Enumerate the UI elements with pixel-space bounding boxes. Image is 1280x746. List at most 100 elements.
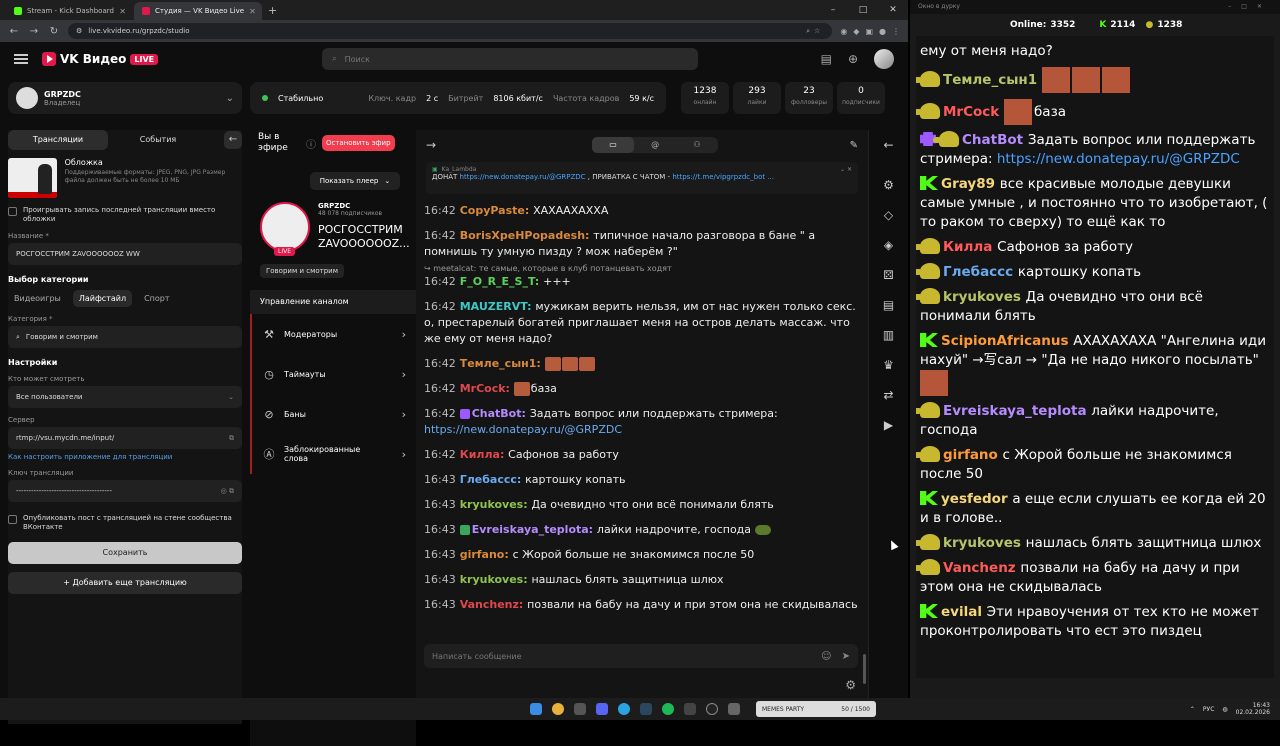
send-icon[interactable]: ➤ (842, 651, 850, 662)
message-link[interactable]: https://new.donatepay.ru/@GRPZDC (424, 423, 622, 436)
stream-key-field[interactable]: -------------------------------------- ◎ … (8, 480, 242, 502)
copy-icon[interactable]: ⧉ (229, 434, 234, 443)
trophy-icon[interactable]: ♛ (869, 350, 908, 380)
close-tab-icon[interactable]: ✕ (119, 7, 126, 16)
studio-icon[interactable]: ▤ (821, 52, 832, 66)
save-button[interactable]: Сохранить (8, 542, 242, 564)
chrome-icon[interactable] (552, 703, 564, 715)
profile-icon[interactable]: ● (879, 27, 886, 36)
tab-lifestyle[interactable]: Лайфстайл (72, 290, 133, 307)
menu-icon[interactable] (14, 54, 28, 64)
site-info-icon[interactable]: ⚙ (76, 27, 82, 35)
username[interactable]: BorisXpeHPopadesh: (460, 229, 594, 242)
username[interactable]: kryukoves: (460, 498, 532, 511)
collapse-icon[interactable]: ← (869, 130, 908, 160)
moderators-item[interactable]: ⚒ Модераторы › (250, 314, 416, 354)
add-icon[interactable]: ⊕ (848, 52, 858, 66)
chevron-down-icon[interactable]: ⌄ ✕ (840, 166, 852, 173)
username[interactable]: kryukoves: (460, 573, 532, 586)
menu-icon[interactable]: ⋮ (892, 27, 900, 36)
url-field[interactable]: ⚙ live.vkvideo.ru/grpzdc/studio ⌕☆ (68, 23, 833, 39)
server-field[interactable]: rtmp://vsu.mycdn.me/input/⧉ (8, 427, 242, 449)
vk-video-logo[interactable]: VK Видео LIVE (42, 52, 159, 66)
extension-icon[interactable]: ▣ (865, 27, 873, 36)
emoji-icon[interactable]: ☺ (821, 651, 831, 662)
add-broadcast-button[interactable]: + Добавить еще трансляцию (8, 572, 242, 594)
chart-icon[interactable]: ▥ (869, 320, 908, 350)
new-tab-button[interactable]: + (262, 2, 283, 20)
avatar[interactable] (874, 49, 894, 69)
forward-icon[interactable]: → (28, 26, 40, 37)
windows-start-icon[interactable] (530, 703, 542, 715)
spotify-icon[interactable] (662, 703, 674, 715)
username[interactable]: girfano: (460, 548, 513, 561)
diamond-icon[interactable]: ◇ (869, 200, 908, 230)
bans-item[interactable]: ⊘ Баны › (250, 394, 416, 434)
mentions-tab[interactable]: @ (634, 137, 676, 153)
app-icon[interactable] (728, 703, 740, 715)
tab-kick[interactable]: Stream - Kick Dashboard ✕ (6, 2, 134, 20)
blocked-words-item[interactable]: Ⓐ Заблокированные слова › (250, 434, 416, 474)
reload-icon[interactable]: ↻ (48, 26, 60, 37)
extension-icon[interactable]: ◉ (840, 27, 847, 36)
extension-icon[interactable]: ◆ (853, 27, 859, 36)
tab-games[interactable]: Видеоигры (8, 290, 67, 307)
tab-events[interactable]: События (108, 130, 208, 150)
settings-icon[interactable]: ⚙ (869, 170, 908, 200)
username[interactable]: ChatBot: (472, 407, 530, 420)
back-icon[interactable]: ← (8, 26, 20, 37)
timeouts-item[interactable]: ◷ Таймауты › (250, 354, 416, 394)
dice-icon[interactable]: ⚄ (869, 260, 908, 290)
clip-icon[interactable]: ▶ (869, 410, 908, 440)
pin-icon[interactable]: ✎ (850, 140, 858, 151)
username[interactable]: Глебасcс: (460, 473, 525, 486)
publish-checkbox[interactable]: Опубликовать пост с трансляцией на стене… (8, 514, 242, 532)
memes-party-widget[interactable]: MEMES PARTY 50 / 1500 (756, 701, 876, 717)
tab-sport[interactable]: Спорт (138, 290, 175, 307)
show-player-button[interactable]: Показать плеер ⌄ (310, 172, 400, 190)
tab-vk-studio[interactable]: Студия — VK Видео Live ✕ (134, 2, 262, 20)
expand-icon[interactable]: → (426, 138, 436, 152)
tg-link[interactable]: https://t.me/vipgrpzdc_bot ... (672, 173, 774, 181)
settings-gear-icon[interactable]: ⚙ (845, 678, 856, 692)
username[interactable]: CopyPaste: (460, 204, 533, 217)
setup-help-link[interactable]: Как настроить приложение для трансляции (8, 453, 242, 461)
chat-input[interactable]: Написать сообщение ☺ ➤ (424, 644, 858, 668)
telegram-icon[interactable] (618, 703, 630, 715)
title-input[interactable]: РОСГОССТРИМ ZAVOOOOOOZ WW (8, 243, 242, 265)
obs-icon[interactable] (706, 703, 718, 715)
users-tab[interactable]: ⚇ (676, 137, 718, 153)
maximize-icon[interactable]: □ (848, 0, 878, 20)
username[interactable]: MAUZERVT: (460, 300, 536, 313)
collapse-icon[interactable]: ← (224, 131, 242, 149)
username[interactable]: Килла: (460, 448, 508, 461)
list-icon[interactable]: ▤ (869, 290, 908, 320)
search-icon[interactable] (574, 703, 586, 715)
eye-icon[interactable]: ◎ ⧉ (221, 487, 234, 496)
username[interactable]: MrCock: (460, 382, 514, 395)
donate-link[interactable]: https://new.donatepay.ru/@GRPZDC (460, 173, 586, 181)
window-controls[interactable]: –□✕ (1228, 3, 1272, 11)
cover-image[interactable] (8, 158, 57, 198)
category-input[interactable]: ⌕ Говорим и смотрим (8, 326, 242, 348)
stop-stream-button[interactable]: Остановить эфир (322, 135, 395, 151)
steam-icon[interactable] (640, 703, 652, 715)
network-icon[interactable]: ◍ (1222, 706, 1227, 713)
channel-selector[interactable]: GRPZDC Владелец ⌄ (8, 82, 242, 114)
swap-icon[interactable]: ⇄ (869, 380, 908, 410)
username[interactable]: F_O_R_E_S_T: (460, 275, 543, 288)
language-indicator[interactable]: РУС (1203, 706, 1214, 713)
info-icon[interactable]: ⓘ (306, 136, 316, 151)
tab-broadcasts[interactable]: Трансляции (8, 130, 108, 150)
app-icon[interactable] (684, 703, 696, 715)
who-select[interactable]: Все пользователи ⌄ (8, 386, 242, 408)
clock[interactable]: 16:43 02.02.2026 (1236, 702, 1270, 716)
username[interactable]: Evreiskaya_teplota: (472, 523, 597, 536)
minimize-icon[interactable]: – (818, 0, 848, 20)
category-chip[interactable]: Говорим и смотрим (260, 264, 344, 278)
close-icon[interactable]: ✕ (878, 0, 908, 20)
replay-checkbox[interactable]: Проигрывать запись последней трансляции … (8, 206, 242, 224)
close-tab-icon[interactable]: ✕ (249, 7, 256, 16)
username[interactable]: Vanchenz: (460, 598, 527, 611)
discord-icon[interactable] (596, 703, 608, 715)
